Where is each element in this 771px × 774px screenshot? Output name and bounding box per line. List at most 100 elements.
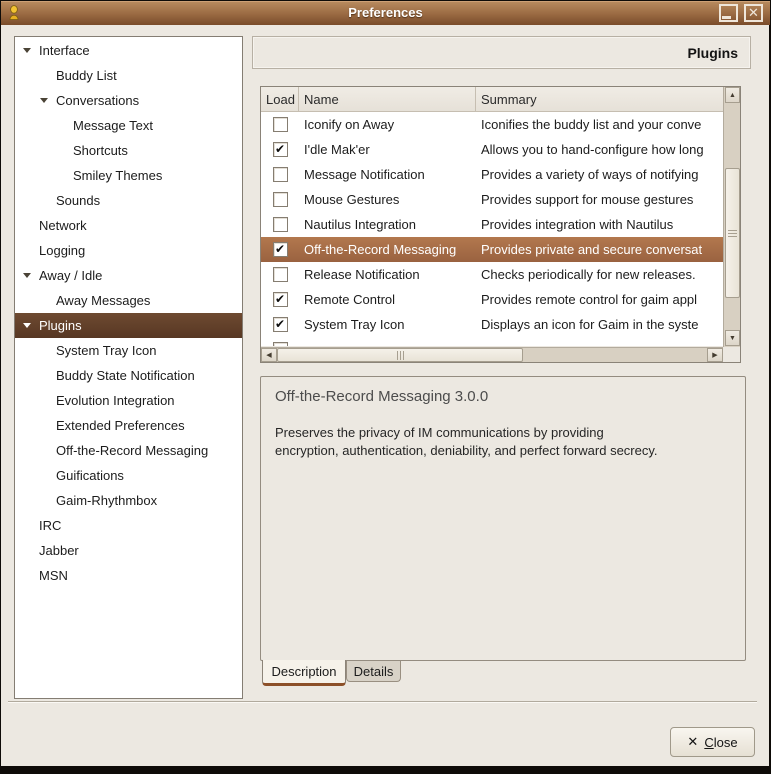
close-icon: ✕ (748, 5, 759, 20)
close-button[interactable]: ✕ Close (670, 727, 755, 757)
plugin-row-system-tray-icon[interactable]: ✔ System Tray Icon Displays an icon for Ga… (261, 312, 723, 337)
sidebar-item-message-text[interactable]: Message Text (15, 113, 242, 138)
sidebar-item-label: Jabber (39, 543, 79, 558)
tab-description[interactable]: Description (262, 660, 346, 686)
sidebar-item-label: Network (39, 218, 87, 233)
separator (8, 701, 757, 703)
sidebar-item-conversations[interactable]: Conversations (15, 88, 242, 113)
checkbox-unchecked-icon[interactable] (272, 267, 288, 282)
sidebar-item-plugins[interactable]: Plugins (15, 313, 242, 338)
plugin-row-i-dle-mak-er[interactable]: ✔ I'dle Mak'er Allows you to hand-configur… (261, 137, 723, 162)
minimize-button[interactable] (719, 4, 738, 22)
plugin-row-mouse-gestures[interactable]: Mouse Gestures Provides support for mouse… (261, 187, 723, 212)
plugin-summary: Provides integration with Nautilus (481, 217, 674, 232)
plugin-name: Nautilus Integration (304, 217, 417, 232)
checkbox-unchecked-icon[interactable] (272, 217, 288, 232)
column-header-summary[interactable]: Summary (476, 87, 723, 111)
sidebar-item-irc[interactable]: IRC (15, 513, 242, 538)
sidebar-item-gaim-rhythmbox[interactable]: Gaim-Rhythmbox (15, 488, 242, 513)
sidebar-item-buddy-state-notification[interactable]: Buddy State Notification (15, 363, 242, 388)
sidebar-item-extended-preferences[interactable]: Extended Preferences (15, 413, 242, 438)
sidebar-item-label: Shortcuts (73, 143, 128, 158)
plugin-table-header: Load Name Summary (261, 87, 723, 112)
load-cell (261, 217, 299, 232)
checkbox-checked-icon[interactable]: ✔ (272, 317, 288, 332)
sidebar-item-label: Logging (39, 243, 86, 258)
checkbox-unchecked-icon[interactable] (272, 167, 288, 182)
sidebar-item-system-tray-icon[interactable]: System Tray Icon (15, 338, 242, 363)
tab-details[interactable]: Details (346, 661, 401, 682)
plugin-summary: Displays an icon for Gaim in the syste (481, 317, 699, 332)
load-cell: ✔ (261, 142, 299, 157)
column-header-name[interactable]: Name (299, 87, 476, 111)
sidebar-item-label: Away Messages (56, 293, 151, 308)
sidebar-tree: Interface Buddy List Conversations Message … (15, 37, 242, 588)
horizontal-scrollbar[interactable]: ◀ ▶ (261, 347, 723, 362)
close-window-button[interactable]: ✕ (744, 4, 763, 22)
load-cell: ✔ (261, 242, 299, 257)
scroll-up-button[interactable]: ▲ (725, 87, 740, 103)
sidebar-item-evolution-integration[interactable]: Evolution Integration (15, 388, 242, 413)
plugin-row-nautilus-integration[interactable]: Nautilus Integration Provides integration… (261, 212, 723, 237)
load-cell (261, 117, 299, 132)
sidebar-item-shortcuts[interactable]: Shortcuts (15, 138, 242, 163)
plugin-row-off-the-record-messaging[interactable]: ✔ Off-the-Record Messaging Provides privat… (261, 237, 723, 262)
scroll-right-button[interactable]: ▶ (707, 348, 723, 362)
expander-icon[interactable] (23, 48, 39, 53)
page-header: Plugins (252, 36, 751, 69)
checkbox-checked-icon[interactable]: ✔ (272, 142, 288, 157)
plugin-details-page: Off-the-Record Messaging 3.0.0 Preserves… (260, 376, 746, 661)
sidebar-item-label: Buddy List (56, 68, 117, 83)
load-cell (261, 167, 299, 182)
checkbox-unchecked-icon[interactable] (272, 192, 288, 207)
horizontal-scrollbar-thumb[interactable] (277, 348, 523, 362)
sidebar-item-jabber[interactable]: Jabber (15, 538, 242, 563)
sidebar-item-interface[interactable]: Interface (15, 38, 242, 63)
sidebar-item-network[interactable]: Network (15, 213, 242, 238)
sidebar-item-guifications[interactable]: Guifications (15, 463, 242, 488)
preferences-tree-panel: Interface Buddy List Conversations Message … (14, 36, 243, 699)
load-cell: ✔ (261, 292, 299, 307)
expander-icon[interactable] (23, 273, 39, 278)
scroll-left-button[interactable]: ◀ (261, 348, 277, 362)
titlebar[interactable]: Preferences ✕ (1, 1, 770, 25)
checkbox-checked-icon[interactable]: ✔ (272, 242, 288, 257)
expander-icon[interactable] (23, 323, 39, 328)
dialog-content: Interface Buddy List Conversations Message … (1, 25, 769, 766)
plugin-summary: Provides support for mouse gestures (481, 192, 694, 207)
sidebar-item-away-idle[interactable]: Away / Idle (15, 263, 242, 288)
plugin-row-release-notification[interactable]: Release Notification Checks periodically … (261, 262, 723, 287)
load-cell (261, 267, 299, 282)
tab-details-label: Details (353, 663, 394, 679)
load-cell (261, 192, 299, 207)
sidebar-item-sounds[interactable]: Sounds (15, 188, 242, 213)
checkbox-checked-icon[interactable]: ✔ (272, 292, 288, 307)
vertical-scrollbar-thumb[interactable] (725, 168, 740, 298)
sidebar-item-logging[interactable]: Logging (15, 238, 242, 263)
sidebar-item-smiley-themes[interactable]: Smiley Themes (15, 163, 242, 188)
close-button-label: Close (704, 734, 738, 750)
scroll-down-button[interactable]: ▼ (725, 330, 740, 346)
sidebar-item-away-messages[interactable]: Away Messages (15, 288, 242, 313)
sidebar-item-label: MSN (39, 568, 68, 583)
sidebar-item-label: Evolution Integration (56, 393, 175, 408)
load-cell: ✔ (261, 317, 299, 332)
scroll-left-icon: ◀ (266, 352, 272, 359)
plugin-name: I'dle Mak'er (304, 142, 370, 157)
checkbox-unchecked-icon[interactable] (272, 117, 288, 132)
sidebar-item-buddy-list[interactable]: Buddy List (15, 63, 242, 88)
column-header-load[interactable]: Load (261, 87, 299, 111)
checkbox-unchecked-icon[interactable] (272, 342, 288, 346)
plugin-description-body: Preserves the privacy of IM communicatio… (275, 425, 658, 458)
plugin-row-iconify-on-away[interactable]: Iconify on Away Iconifies the buddy list … (261, 112, 723, 137)
vertical-scrollbar[interactable]: ▲ ▼ (723, 87, 740, 347)
scroll-down-icon: ▼ (729, 334, 736, 342)
plugin-row-message-notification[interactable]: Message Notification Provides a variety o… (261, 162, 723, 187)
sidebar-item-off-the-record-messaging[interactable]: Off-the-Record Messaging (15, 438, 242, 463)
sidebar-item-msn[interactable]: MSN (15, 563, 242, 588)
expander-icon[interactable] (40, 98, 56, 103)
plugin-name: System Tray Icon (304, 317, 405, 332)
plugin-row-remote-control[interactable]: ✔ Remote Control Provides remote control f… (261, 287, 723, 312)
sidebar-item-label: Gaim-Rhythmbox (56, 493, 158, 508)
plugin-row-partial[interactable] (261, 337, 723, 346)
